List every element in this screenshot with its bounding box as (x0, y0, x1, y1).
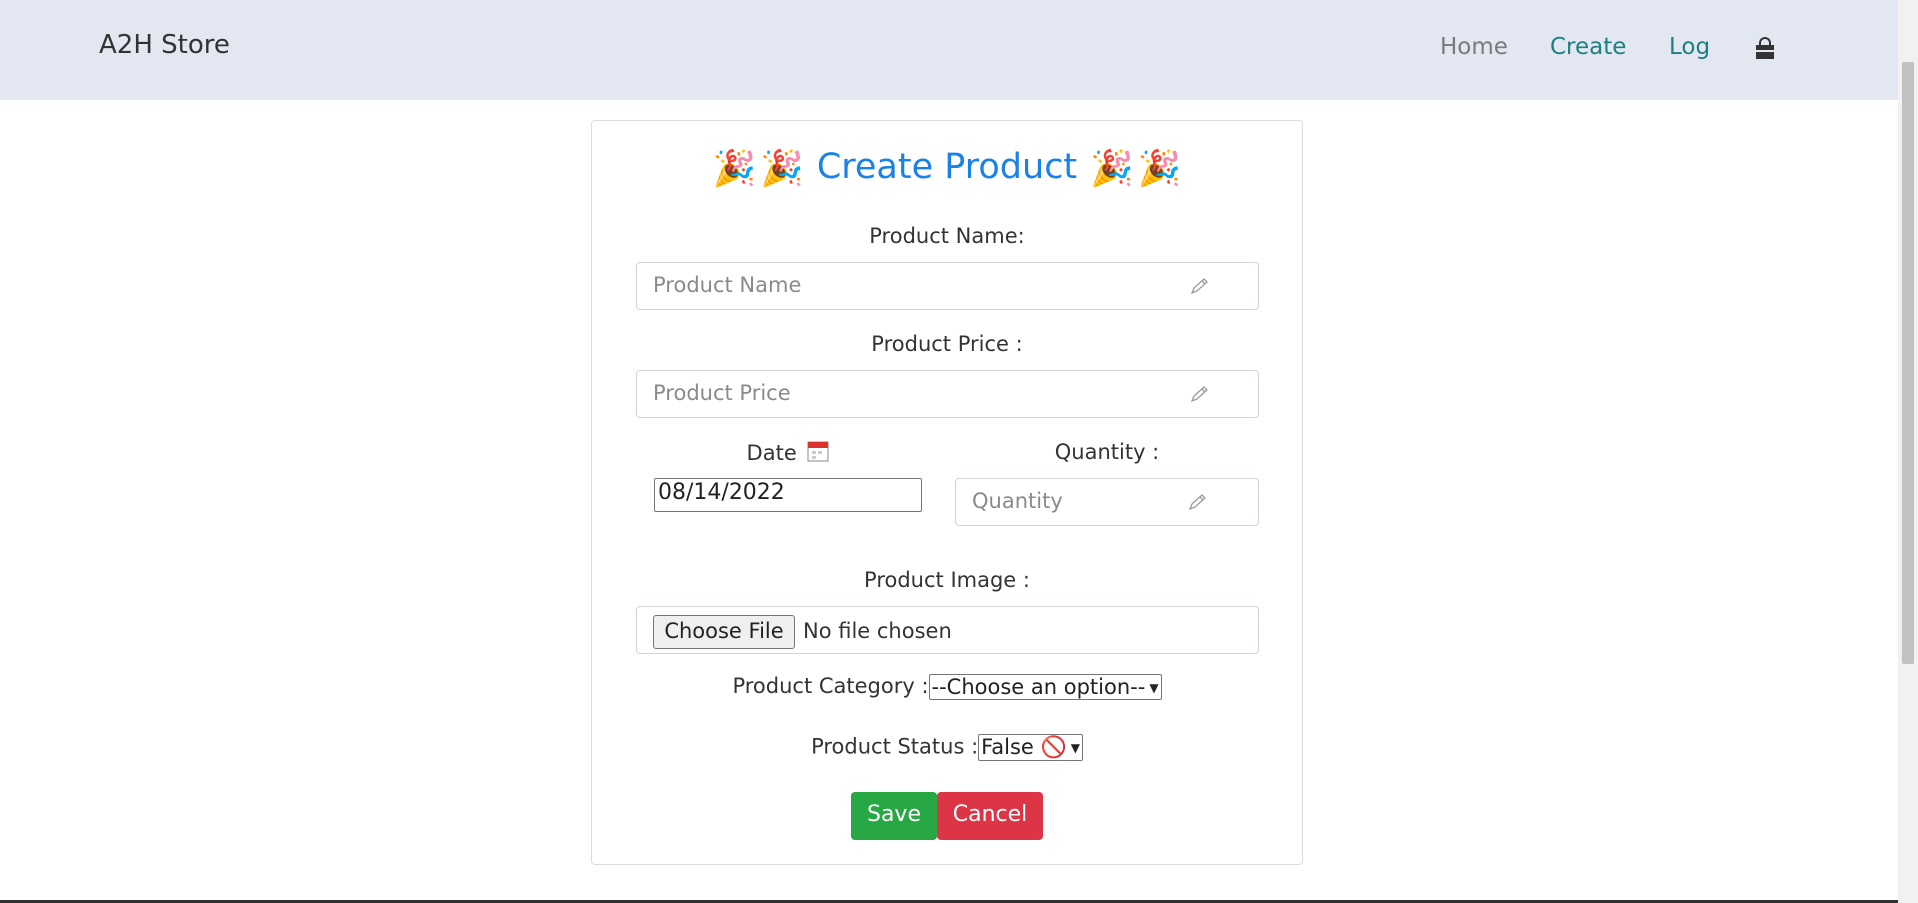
party-popper-icon: 🎉 (1090, 148, 1134, 189)
create-product-card: 🎉 🎉 Create Product 🎉 🎉 Product Name: Produ… (591, 120, 1303, 865)
quantity-placeholder: Quantity (972, 489, 1063, 513)
nav-home-link[interactable]: Home (1440, 34, 1508, 60)
product-name-placeholder: Product Name (653, 273, 802, 297)
party-popper-icon: 🎉 (760, 148, 804, 189)
page-title-row: 🎉 🎉 Create Product 🎉 🎉 (592, 147, 1302, 189)
product-status-select[interactable]: False 🚫 ▼ (978, 734, 1083, 761)
navbar: A2H Store Home Create Log (0, 0, 1898, 100)
product-status-label: Product Status : (811, 734, 979, 759)
calendar-icon (807, 440, 829, 467)
party-popper-icon: 🎉 (712, 148, 757, 189)
page-title: Create Product (816, 147, 1078, 187)
page-scrollbar[interactable] (1898, 0, 1918, 903)
product-price-label: Product Price : (871, 332, 1023, 356)
product-price-placeholder: Product Price (653, 381, 791, 405)
pencil-icon (1188, 493, 1208, 515)
party-popper-icon: 🎉 (1137, 148, 1182, 189)
nav-create-link[interactable]: Create (1550, 34, 1626, 60)
product-price-input[interactable]: Product Price (636, 370, 1259, 418)
product-category-label: Product Category : (732, 674, 929, 698)
date-label: Date (746, 441, 797, 465)
product-category-value: --Choose an option-- (931, 675, 1146, 699)
chevron-down-icon: ▼ (1149, 681, 1159, 695)
quantity-label: Quantity : (1054, 440, 1160, 464)
quantity-input[interactable]: Quantity (955, 478, 1259, 526)
product-category-select[interactable]: --Choose an option-- ▼ (928, 674, 1162, 700)
product-status-row: Product Status : False 🚫 ▼ (592, 734, 1302, 761)
shopping-bag-icon[interactable] (1754, 37, 1776, 65)
product-name-input[interactable]: Product Name (636, 262, 1259, 310)
save-button[interactable]: Save (851, 792, 937, 840)
brand-logo[interactable]: A2H Store (99, 30, 230, 60)
product-name-label: Product Name: (869, 224, 1025, 248)
scrollbar-thumb[interactable] (1902, 62, 1914, 664)
date-input[interactable]: 08/14/2022 (654, 478, 922, 512)
no-file-text: No file chosen (803, 619, 952, 643)
product-category-row: Product Category : --Choose an option-- ▼ (592, 674, 1302, 700)
product-status-value: False 🚫 (981, 735, 1067, 759)
choose-file-button[interactable]: Choose File (653, 615, 795, 649)
date-label-row: Date (654, 440, 922, 467)
pencil-icon (1190, 385, 1210, 407)
product-image-input: Choose File No file chosen (636, 606, 1259, 654)
nav-log-link[interactable]: Log (1669, 34, 1710, 60)
chevron-down-icon: ▼ (1070, 741, 1080, 755)
pencil-icon (1190, 277, 1210, 299)
product-image-label: Product Image : (864, 568, 1030, 592)
cancel-button[interactable]: Cancel (937, 792, 1043, 840)
